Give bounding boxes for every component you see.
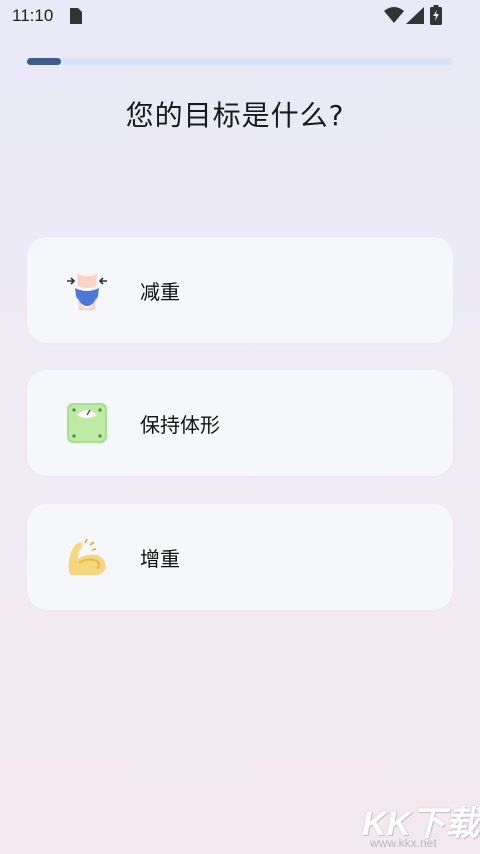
bicep-icon — [68, 538, 106, 575]
waist-icon — [67, 274, 107, 310]
wifi-icon — [384, 7, 404, 23]
battery-charging-icon — [430, 5, 442, 25]
watermark-url: www.kkx.net — [370, 836, 437, 850]
option-label: 减重 — [140, 280, 180, 304]
signal-icon — [406, 7, 424, 24]
progress-bar — [27, 58, 453, 65]
page-title: 您的目标是什么? — [125, 99, 345, 132]
option-lose-weight[interactable]: 减重 — [27, 237, 453, 343]
option-gain-weight[interactable]: 增重 — [27, 504, 453, 610]
status-bar: 11:10 — [0, 0, 480, 32]
option-maintain-shape[interactable]: 保持体形 — [27, 370, 453, 476]
status-time: 11:10 — [12, 6, 54, 25]
watermark-logo: KK下载 www.kkx.net — [362, 796, 480, 854]
sim-card-icon — [70, 8, 82, 24]
option-label: 保持体形 — [140, 413, 220, 437]
progress-bar-fill — [27, 58, 62, 65]
scale-icon — [67, 403, 107, 443]
option-label: 增重 — [140, 547, 180, 571]
